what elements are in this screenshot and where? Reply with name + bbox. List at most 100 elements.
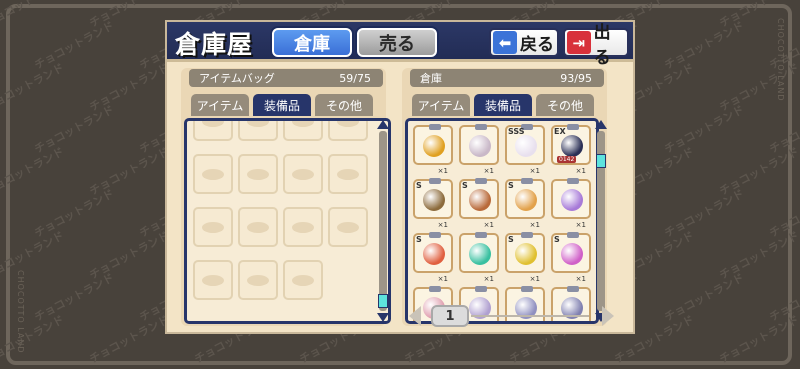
storage-item-grid: ×1 ×1 SSS ×1 EX 0142 ×1 S ×1 S ×1 S ×1 ×1 S ×1 ×1 S ×1 S ×1 <box>405 118 599 324</box>
item-rank: S <box>416 181 422 190</box>
empty-slot[interactable] <box>283 207 323 247</box>
flame-ring-icon <box>515 189 537 211</box>
title-bar: 倉庫屋 倉庫 売る ⬅ 戻る ⇥ 出る <box>167 22 633 68</box>
item-rank: EX <box>554 127 566 136</box>
scroll-track[interactable] <box>379 131 387 311</box>
empty-slot-placeholder <box>337 121 359 127</box>
item-level-tag <box>475 178 487 184</box>
storage-tab-other[interactable]: その他 <box>536 94 594 116</box>
tab-warehouse[interactable]: 倉庫 <box>272 28 352 57</box>
storage-item[interactable]: S ×1 <box>505 178 545 229</box>
storage-item[interactable]: S ×1 <box>413 178 453 229</box>
exit-label: 出る <box>593 22 611 68</box>
storage-tab-equipment[interactable]: 装備品 <box>474 94 532 116</box>
item-quantity: ×1 <box>483 275 494 283</box>
item-rank: S <box>416 235 422 244</box>
storage-panel: 倉庫 93/95 アイテム 装備品 その他 ×1 ×1 SSS ×1 EX 0142 ×1 S… <box>402 68 607 326</box>
empty-slot[interactable] <box>238 207 278 247</box>
page-number[interactable]: 1 <box>431 305 469 327</box>
storage-item[interactable]: ×1 <box>459 124 499 175</box>
storage-item[interactable]: S ×1 <box>459 178 499 229</box>
exit-door-icon: ⇥ <box>567 31 591 54</box>
empty-slot-placeholder <box>292 222 314 233</box>
item-level-tag <box>521 178 533 184</box>
empty-slot[interactable] <box>283 121 323 141</box>
item-quantity: ×1 <box>575 275 586 283</box>
branch-weapon-icon <box>423 189 445 211</box>
bag-count: 59/75 <box>339 71 371 85</box>
empty-slot[interactable] <box>283 154 323 194</box>
bag-tab-items[interactable]: アイテム <box>191 94 249 116</box>
item-quantity: ×1 <box>483 221 494 229</box>
storage-item[interactable]: ×1 <box>551 178 591 229</box>
storage-scrollbar[interactable] <box>595 120 607 322</box>
scroll-down-icon[interactable] <box>377 313 389 322</box>
empty-slot-placeholder <box>202 121 224 127</box>
item-level-tag <box>567 124 579 130</box>
empty-slot-placeholder <box>202 275 224 286</box>
storage-item[interactable]: S ×1 <box>551 232 591 283</box>
storage-item[interactable]: EX 0142 ×1 <box>551 124 591 175</box>
empty-slot[interactable] <box>193 121 233 141</box>
rainbow-orb-icon <box>423 243 445 265</box>
exit-button[interactable]: ⇥ 出る <box>563 23 629 68</box>
tab-sell[interactable]: 売る <box>357 28 437 57</box>
storage-tab-items[interactable]: アイテム <box>412 94 470 116</box>
item-level-tag <box>521 286 533 292</box>
empty-slot-placeholder <box>292 169 314 180</box>
back-button[interactable]: ⬅ 戻る <box>489 28 559 57</box>
storage-item[interactable]: SSS ×1 <box>505 124 545 175</box>
bag-tab-equipment[interactable]: 装備品 <box>253 94 311 116</box>
empty-slot-placeholder <box>202 169 224 180</box>
wooden-shield-icon <box>469 189 491 211</box>
empty-slot[interactable] <box>238 154 278 194</box>
item-quantity: ×1 <box>483 167 494 175</box>
warehouse-window: 倉庫屋 倉庫 売る ⬅ 戻る ⇥ 出る アイテムバッグ 59/75 アイテム 装… <box>165 20 635 334</box>
storage-count: 93/95 <box>560 71 592 85</box>
item-level-tag <box>429 178 441 184</box>
empty-slot[interactable] <box>238 121 278 141</box>
storage-title: 倉庫 <box>420 72 442 85</box>
empty-slot-placeholder <box>247 169 269 180</box>
scroll-up-icon[interactable] <box>595 120 607 129</box>
storage-tabs: アイテム 装備品 その他 <box>412 94 594 116</box>
item-quantity: ×1 <box>575 167 586 175</box>
purple-armor-icon <box>561 189 583 211</box>
scroll-thumb[interactable] <box>378 294 388 308</box>
next-page-icon[interactable] <box>602 306 614 326</box>
bag-tab-other[interactable]: その他 <box>315 94 373 116</box>
item-level-tag <box>475 286 487 292</box>
white-creature-icon <box>515 135 537 157</box>
storage-item[interactable]: S ×1 <box>413 232 453 283</box>
prev-page-icon[interactable] <box>409 306 421 326</box>
back-arrow-icon: ⬅ <box>493 31 517 54</box>
black-wing-icon <box>561 135 583 157</box>
item-rank: S <box>508 181 514 190</box>
window-title: 倉庫屋 <box>175 30 254 59</box>
empty-slot-placeholder <box>337 169 359 180</box>
storage-header: 倉庫 93/95 <box>410 69 604 87</box>
scroll-up-icon[interactable] <box>377 120 389 129</box>
empty-slot[interactable] <box>193 260 233 300</box>
item-quantity: ×1 <box>437 275 448 283</box>
empty-slot[interactable] <box>193 207 233 247</box>
empty-slot-placeholder <box>337 222 359 233</box>
empty-slot[interactable] <box>193 154 233 194</box>
empty-slot[interactable] <box>238 260 278 300</box>
empty-slot[interactable] <box>328 207 368 247</box>
empty-slot[interactable] <box>328 121 368 141</box>
empty-slot[interactable] <box>328 154 368 194</box>
item-subtext: 0142 <box>557 156 577 163</box>
bag-tabs: アイテム 装備品 その他 <box>191 94 373 116</box>
bag-scrollbar[interactable] <box>377 120 389 322</box>
empty-slot[interactable] <box>283 260 323 300</box>
gold-gem-icon <box>515 243 537 265</box>
item-quantity: ×1 <box>575 221 586 229</box>
empty-slot-placeholder <box>292 275 314 286</box>
storage-item[interactable]: ×1 <box>459 232 499 283</box>
scroll-thumb[interactable] <box>596 154 606 168</box>
bag-slot-grid <box>184 118 391 324</box>
storage-item[interactable]: S ×1 <box>505 232 545 283</box>
item-level-tag <box>521 232 533 238</box>
storage-item[interactable]: ×1 <box>413 124 453 175</box>
